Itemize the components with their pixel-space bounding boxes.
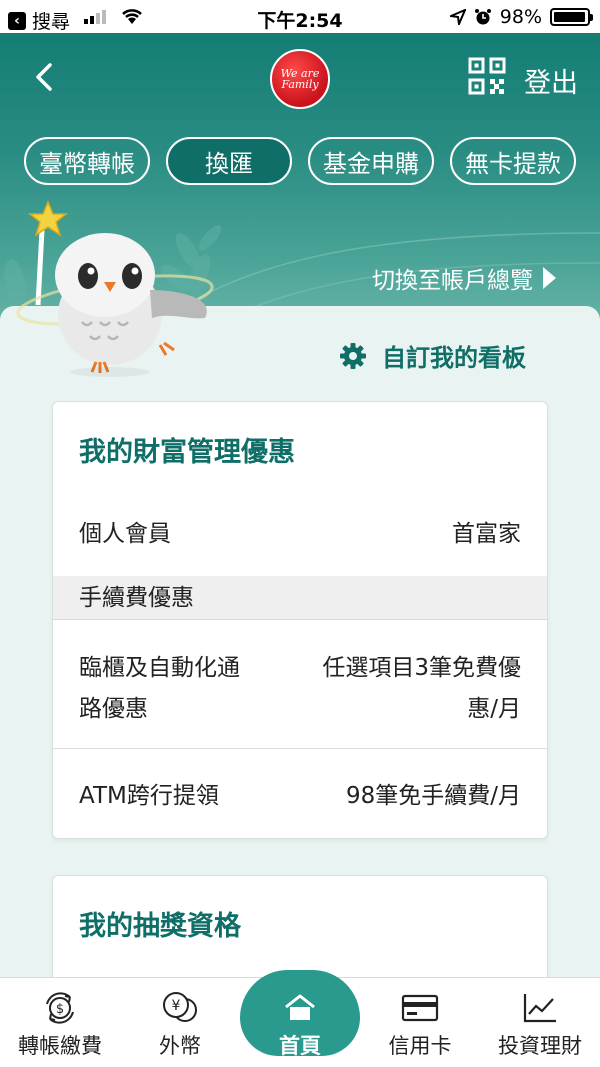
switch-to-account-overview[interactable]: 切換至帳戶總覽	[372, 261, 556, 295]
atm-label: ATM跨行提領	[79, 783, 219, 809]
card-title: 我的抽獎資格	[79, 911, 241, 942]
qr-code-icon[interactable]	[468, 57, 506, 95]
investment-chart-icon	[523, 994, 556, 1023]
back-icon[interactable]	[30, 57, 60, 97]
foreign-currency-icon: ¥	[163, 992, 197, 1022]
counter-discount-row: 臨櫃及自動化通 路優惠 任選項目3筆免費優 惠/月	[53, 620, 547, 748]
atm-value: 98筆免手續費/月	[345, 783, 521, 809]
tab-label: 轉帳繳費	[18, 1034, 102, 1058]
chevron-right-icon	[543, 267, 556, 289]
logout-button[interactable]: 登出	[524, 61, 578, 100]
atm-row: ATM跨行提領 98筆免手續費/月	[53, 749, 547, 837]
status-bar: ‹ 搜尋 下午2:54 98%	[0, 0, 600, 33]
quick-cardless-withdraw-button[interactable]: 無卡提款	[450, 137, 576, 185]
wealth-benefits-card: 我的財富管理優惠 個人會員 首富家 手續費優惠 臨櫃及自動化通 路優惠 任選項目…	[52, 401, 548, 839]
tab-transfer[interactable]: $ 轉帳繳費	[0, 978, 120, 1067]
tab-label: 投資理財	[498, 1034, 582, 1058]
home-icon	[285, 994, 315, 1020]
gear-icon	[340, 342, 366, 369]
alarm-icon	[474, 9, 491, 25]
credit-card-icon	[401, 994, 439, 1022]
brand-logo: We are Family	[270, 49, 330, 109]
tab-credit-card[interactable]: 信用卡	[360, 978, 480, 1067]
card-title: 我的財富管理優惠	[79, 437, 295, 468]
member-label: 個人會員	[79, 521, 171, 547]
tab-home[interactable]: 首頁	[240, 978, 360, 1067]
customize-dashboard-button[interactable]: 自訂我的看板	[338, 338, 526, 373]
transfer-icon: $	[46, 992, 74, 1024]
svg-text:$: $	[56, 1002, 64, 1017]
tab-investment[interactable]: 投資理財	[480, 978, 600, 1067]
quick-fund-button[interactable]: 基金申購	[308, 137, 434, 185]
tab-label: 外幣	[159, 1034, 201, 1058]
counter-discount-label: 臨櫃及自動化通 路優惠	[79, 655, 240, 722]
member-row: 個人會員 首富家	[53, 494, 547, 576]
tab-foreign-currency[interactable]: ¥ 外幣	[120, 978, 240, 1067]
owl-mascot-icon	[16, 200, 214, 377]
location-icon	[449, 9, 466, 25]
tab-label: 信用卡	[388, 1034, 452, 1058]
member-value: 首富家	[452, 521, 521, 547]
battery-percent: 98%	[499, 6, 542, 28]
quick-exchange-button[interactable]: 換匯	[166, 137, 292, 185]
battery-icon	[550, 8, 593, 26]
tab-label: 首頁	[279, 1034, 321, 1058]
bottom-tab-bar: $ 轉帳繳費 ¥ 外幣 首頁 信用卡 投資理財	[0, 970, 600, 1067]
counter-discount-value: 任選項目3筆免費優 惠/月	[322, 655, 521, 722]
fee-section-header: 手續費優惠	[53, 576, 547, 620]
quick-transfer-button[interactable]: 臺幣轉帳	[24, 137, 150, 185]
svg-text:¥: ¥	[172, 998, 181, 1014]
